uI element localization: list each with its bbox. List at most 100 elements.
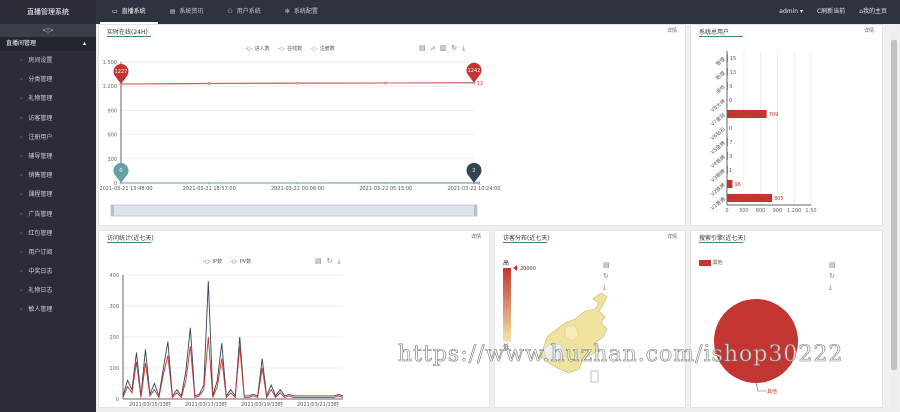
x-tick-label: 0 (725, 208, 728, 214)
y-tick-label: V3铜牌 (709, 168, 726, 184)
users-chart: 0 300 600 900 1,200 1,50V1普通 805V2铁牌 98V3铜牌 1V4银… (709, 51, 817, 214)
chevron-right-icon: › (20, 268, 23, 276)
bar-label: 1 (729, 168, 732, 174)
home-button[interactable]: ⌂我的主页 (852, 0, 894, 24)
chevron-right-icon: › (20, 152, 23, 160)
bar[interactable] (727, 180, 733, 188)
data-point[interactable] (384, 181, 388, 185)
x-tick-label: 2021/03/17/13时 (185, 401, 227, 408)
data-point[interactable] (207, 181, 211, 185)
online-panel: 实时在线(24H) 详情 -○- 进入数 -○- 在线数 -○- 注册数 ▤ ⩘… (98, 24, 686, 226)
markpoint-label: 2 (472, 168, 475, 174)
tab-user-system[interactable]: ⚇ 用户系统 (215, 0, 272, 24)
user-menu[interactable]: admin ▾ (772, 0, 810, 24)
bar-label: 0 (729, 126, 732, 132)
sidebar-item[interactable]: › 房间设置 (0, 51, 96, 70)
x-tick-label: 2021/03/19/13时 (241, 401, 283, 408)
sidebar-item[interactable]: › 注册用户 (0, 128, 96, 147)
online-chart: 0300 600 900 1,200 1,500 2021-03-21 13:48:00 2… (99, 60, 501, 217)
sidebar-item[interactable]: › 销售管理 (0, 166, 96, 185)
x-tick-label: 600 (756, 208, 766, 214)
visualmap-handle[interactable] (513, 265, 517, 271)
chevron-right-icon: › (20, 191, 23, 199)
bar-label: 709 (769, 112, 779, 118)
datazoom-slider[interactable] (110, 204, 478, 217)
bar[interactable] (727, 110, 767, 118)
markpoint-label: 1227 (115, 69, 128, 75)
sidebar-item[interactable]: › 课程管理 (0, 185, 96, 204)
bar[interactable] (727, 54, 728, 62)
restore-icon[interactable]: ↻ (603, 272, 610, 280)
x-tick-label: 2021-03-22 05:15:00 (359, 186, 412, 192)
sidebar-item[interactable]: › 礼物管理 (0, 89, 96, 108)
sidebar-item[interactable]: › 红包管理 (0, 224, 96, 243)
data-point[interactable] (207, 82, 211, 85)
bar-label: 13 (730, 70, 736, 76)
bar-label: 0 (729, 98, 732, 104)
y-tick-label: 900 (107, 108, 117, 114)
bar[interactable] (727, 138, 728, 146)
sidebar-group-live-room[interactable]: 直播间管理 ▴ (0, 37, 96, 51)
sidebar-item[interactable]: › 用户订阅 (0, 243, 96, 262)
datazoom-handle-right[interactable] (474, 205, 477, 216)
top-tabs: ▭ 直播系统 ▤ 系统资讯 ⚇ 用户系统 ✻ 系统配置 (100, 0, 330, 24)
y-tick-label: 100 (109, 366, 119, 372)
sidebar-item[interactable]: › 访客管理 (0, 109, 96, 128)
bar[interactable] (727, 194, 773, 202)
slice-label: 其他 (767, 388, 777, 395)
sidebar-item[interactable]: › 礼物日志 (0, 281, 96, 300)
bar-label: 805 (774, 196, 784, 202)
datazoom-handle-left[interactable] (111, 205, 114, 216)
sidebar-item[interactable]: › 中奖日志 (0, 262, 96, 281)
scrollbar-thumb[interactable] (891, 40, 897, 370)
series-end-label: 12 (477, 81, 483, 87)
markpoint-label: 0 (119, 168, 122, 174)
chevron-right-icon: › (20, 57, 23, 64)
y-tick-label: 300 (107, 157, 117, 163)
x-tick-label: 1,50 (805, 208, 816, 214)
chevron-right-icon: › (20, 114, 23, 122)
label-line (755, 382, 766, 392)
chevron-right-icon: › (20, 210, 23, 218)
tab-system-news[interactable]: ▤ 系统资讯 (158, 0, 216, 24)
sidebar: <|> 直播间管理 ▴ › 房间设置 › 分类管理 › 礼物管理 › 访客管理 › 注册用户 › 辅导管… (0, 24, 96, 412)
bar[interactable] (727, 68, 728, 76)
bar[interactable] (727, 82, 728, 90)
chevron-right-icon: › (20, 172, 23, 180)
download-icon[interactable]: ⤓ (603, 283, 610, 292)
tab-system-config[interactable]: ✻ 系统配置 (273, 0, 330, 24)
data-point[interactable] (296, 181, 299, 185)
app-title: 直播管理系统 (0, 0, 96, 24)
data-point[interactable] (384, 81, 388, 85)
watermark: https://www.huzhan.com/ishop30222 (398, 342, 844, 368)
sidebar-toggle[interactable]: <|> (0, 24, 96, 37)
bar[interactable] (727, 166, 728, 174)
visualmap-high-label: 高 (503, 259, 509, 267)
chevron-right-icon: › (20, 287, 23, 295)
y-tick-label: 400 (109, 273, 119, 279)
y-tick-label: 讲师 (714, 84, 726, 96)
visualmap-bar[interactable] (503, 268, 511, 342)
refresh-button[interactable]: C刷新当前 (810, 0, 852, 24)
sidebar-item[interactable]: › 广告管理 (0, 205, 96, 224)
page-scrollbar[interactable] (890, 28, 898, 408)
markpoint-label: 1242 (468, 68, 481, 74)
y-tick-label: V5金牌 (709, 140, 726, 156)
bar-label: 15 (730, 56, 736, 62)
distribution-panel: 访客分布(近七天) 详情 高 低 20000 ▤ ↻ ⤓ (494, 230, 686, 408)
y-tick-label: V6钻石 (709, 126, 726, 142)
series-end-label: 0. (477, 181, 482, 187)
sidebar-item[interactable]: › 敏人管理 (0, 300, 96, 319)
bar[interactable] (727, 152, 728, 160)
pie-slice[interactable] (714, 299, 798, 383)
tab-live-system[interactable]: ▭ 直播系统 (100, 0, 158, 24)
data-view-icon[interactable]: ▤ (603, 261, 610, 269)
distribution-map: 高 低 20000 (503, 259, 608, 383)
sidebar-item[interactable]: › 辅导管理 (0, 147, 96, 166)
series-line[interactable] (122, 281, 344, 398)
data-point[interactable] (296, 81, 299, 85)
x-tick-label: 2021-03-22 00:06:00 (271, 186, 324, 192)
sidebar-item[interactable]: › 分类管理 (0, 70, 96, 89)
chevron-right-icon: › (20, 248, 23, 256)
bar-label: 98 (734, 182, 740, 188)
